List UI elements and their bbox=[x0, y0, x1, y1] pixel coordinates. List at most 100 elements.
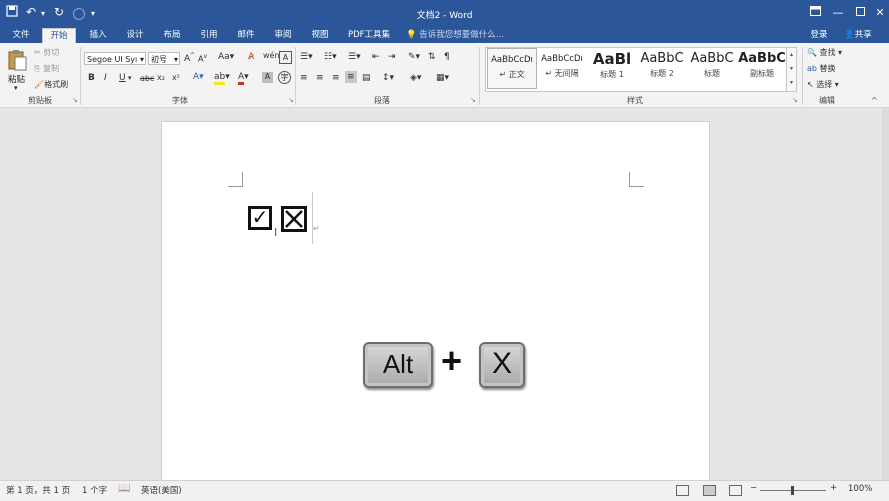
bullets-icon[interactable]: ☰▾ bbox=[300, 52, 313, 62]
styles-launcher-icon[interactable]: ↘ bbox=[792, 96, 798, 104]
read-mode-icon[interactable] bbox=[676, 485, 689, 496]
align-center-icon[interactable]: ≡ bbox=[316, 73, 324, 83]
paragraph-launcher-icon[interactable]: ↘ bbox=[470, 96, 476, 104]
format-painter-label: 格式刷 bbox=[44, 80, 69, 89]
style-normal[interactable]: AaBbCcDı ↵ 正文 bbox=[487, 48, 537, 89]
copy-label: 复制 bbox=[42, 64, 59, 73]
share-label: 共享 bbox=[854, 30, 872, 40]
chinese-layout-icon[interactable]: ✎▾ bbox=[408, 52, 420, 62]
character-shading-icon[interactable]: A bbox=[262, 72, 273, 83]
font-name-combo[interactable]: Segoe UI Syı ▾ bbox=[84, 52, 146, 65]
tab-design[interactable]: 设计 bbox=[120, 28, 150, 43]
align-right-icon[interactable]: ≡ bbox=[332, 73, 340, 83]
search-icon: 🔍 bbox=[807, 48, 817, 57]
grow-font-button[interactable]: A^ bbox=[184, 52, 195, 64]
underline-dropdown-icon[interactable]: ▾ bbox=[128, 74, 132, 82]
style-no-spacing[interactable]: AaBbCcDı ↵ 无间隔 bbox=[537, 48, 587, 89]
web-layout-icon[interactable] bbox=[729, 485, 742, 496]
multilevel-list-icon[interactable]: ☰▾ bbox=[348, 52, 361, 62]
show-marks-icon[interactable]: ¶ bbox=[444, 52, 450, 62]
maximize-icon[interactable] bbox=[849, 4, 871, 22]
bold-button[interactable]: B bbox=[88, 73, 95, 83]
style-title[interactable]: AaBbC 标题 bbox=[687, 48, 737, 89]
text-effects-icon[interactable]: A▾ bbox=[193, 72, 204, 82]
font-size-combo[interactable]: 初号 ▾ bbox=[148, 52, 180, 65]
highlight-icon[interactable]: ab▾ bbox=[214, 72, 230, 85]
tab-review[interactable]: 审阅 bbox=[268, 28, 298, 43]
tab-mailings[interactable]: 邮件 bbox=[231, 28, 261, 43]
zoom-slider-thumb[interactable] bbox=[791, 486, 794, 495]
alt-key: Alt bbox=[363, 342, 433, 388]
paintbrush-icon: 🖌 bbox=[34, 80, 45, 89]
clear-formatting-icon[interactable]: A̷ bbox=[248, 52, 254, 62]
distributed-icon[interactable]: ▤ bbox=[362, 73, 371, 83]
checked-box-symbol: ✓ bbox=[248, 206, 272, 230]
print-layout-icon[interactable] bbox=[703, 485, 716, 496]
numbering-icon[interactable]: ☷▾ bbox=[324, 52, 337, 62]
tab-references[interactable]: 引用 bbox=[194, 28, 224, 43]
zoom-out-button[interactable]: − bbox=[750, 483, 757, 493]
vertical-scrollbar[interactable] bbox=[882, 108, 889, 480]
tab-insert[interactable]: 插入 bbox=[83, 28, 113, 43]
style-name: 标题 2 bbox=[650, 69, 674, 78]
format-painter-button[interactable]: 🖌格式刷 bbox=[34, 79, 68, 90]
align-left-icon[interactable]: ≡ bbox=[300, 73, 308, 83]
superscript-button[interactable]: x² bbox=[172, 73, 180, 82]
strikethrough-button[interactable]: abc bbox=[140, 74, 154, 83]
page-count[interactable]: 第 1 页，共 1 页 bbox=[6, 484, 70, 496]
proofing-icon[interactable]: 📖 bbox=[118, 483, 130, 494]
language-indicator[interactable]: 英语(美国) bbox=[141, 484, 182, 496]
paragraph-mark-icon: ↵ bbox=[545, 69, 553, 78]
style-subtitle[interactable]: AaBbC 副标题 bbox=[737, 48, 787, 89]
sign-in-link[interactable]: 登录 bbox=[808, 28, 830, 43]
change-case-button[interactable]: Aa▾ bbox=[218, 52, 234, 62]
copy-button[interactable]: ⎘ 复制 bbox=[34, 63, 59, 74]
paste-button[interactable]: 粘贴 ▾ bbox=[6, 47, 28, 92]
tab-view[interactable]: 视图 bbox=[305, 28, 335, 43]
clipboard-launcher-icon[interactable]: ↘ bbox=[72, 96, 78, 104]
style-heading-1[interactable]: AaBl 标题 1 bbox=[587, 48, 637, 89]
share-button[interactable]: 👤共享 bbox=[838, 28, 878, 43]
tab-file[interactable]: 文件 bbox=[6, 28, 36, 43]
tab-pdf-tools[interactable]: PDF工具集 bbox=[342, 28, 396, 43]
style-name: 无间隔 bbox=[554, 69, 579, 78]
underline-button[interactable]: U bbox=[119, 73, 126, 83]
phonetic-guide-icon[interactable]: wén bbox=[263, 51, 280, 60]
tab-home[interactable]: 开始 bbox=[42, 28, 76, 44]
subscript-button[interactable]: x₂ bbox=[157, 73, 165, 82]
sort-icon[interactable]: ⇅ bbox=[428, 52, 436, 62]
tab-layout[interactable]: 布局 bbox=[157, 28, 187, 43]
decrease-indent-icon[interactable]: ⇤ bbox=[372, 52, 380, 62]
cut-button[interactable]: ✂ 剪切 bbox=[34, 47, 59, 58]
increase-indent-icon[interactable]: ⇥ bbox=[388, 52, 396, 62]
lightbulb-icon: 💡 bbox=[406, 30, 417, 40]
italic-button[interactable]: I bbox=[104, 73, 107, 83]
replace-button[interactable]: ab 替换 bbox=[807, 63, 836, 74]
enclose-characters-icon[interactable]: 字 bbox=[278, 71, 291, 84]
minimize-icon[interactable]: — bbox=[827, 4, 849, 22]
line-spacing-icon[interactable]: ↕▾ bbox=[382, 73, 394, 83]
ribbon-display-options-icon[interactable] bbox=[804, 4, 826, 22]
shading-icon[interactable]: ◈▾ bbox=[410, 73, 421, 83]
x-key: X bbox=[479, 342, 525, 388]
style-sample: AaBbC bbox=[738, 51, 786, 66]
style-heading-2[interactable]: AaBbC 标题 2 bbox=[637, 48, 687, 89]
shrink-font-button[interactable]: Av bbox=[198, 53, 207, 64]
style-name: 副标题 bbox=[750, 69, 774, 78]
zoom-level[interactable]: 100% bbox=[848, 484, 872, 494]
word-count[interactable]: 1 个字 bbox=[82, 484, 107, 496]
collapse-ribbon-icon[interactable]: ^ bbox=[871, 96, 878, 105]
character-border-icon[interactable]: A bbox=[279, 51, 292, 64]
font-color-icon[interactable]: A▾ bbox=[238, 72, 249, 85]
style-sample: AaBbC bbox=[690, 51, 734, 66]
document-page[interactable]: ✓ ↵ I Alt + X bbox=[161, 121, 710, 482]
select-button[interactable]: ↖ 选择 ▾ bbox=[807, 79, 839, 90]
styles-scroll[interactable]: ▴ ▾ ▾ bbox=[786, 47, 797, 92]
font-launcher-icon[interactable]: ↘ bbox=[288, 96, 294, 104]
borders-icon[interactable]: ▦▾ bbox=[436, 73, 449, 83]
close-icon[interactable]: ✕ bbox=[869, 4, 889, 22]
tell-me-box[interactable]: 💡 告诉我您想要做什么... bbox=[406, 28, 526, 43]
justify-icon[interactable]: ≡ bbox=[345, 71, 357, 83]
zoom-in-button[interactable]: + bbox=[830, 483, 837, 493]
find-button[interactable]: 🔍 查找 ▾ bbox=[807, 47, 842, 58]
